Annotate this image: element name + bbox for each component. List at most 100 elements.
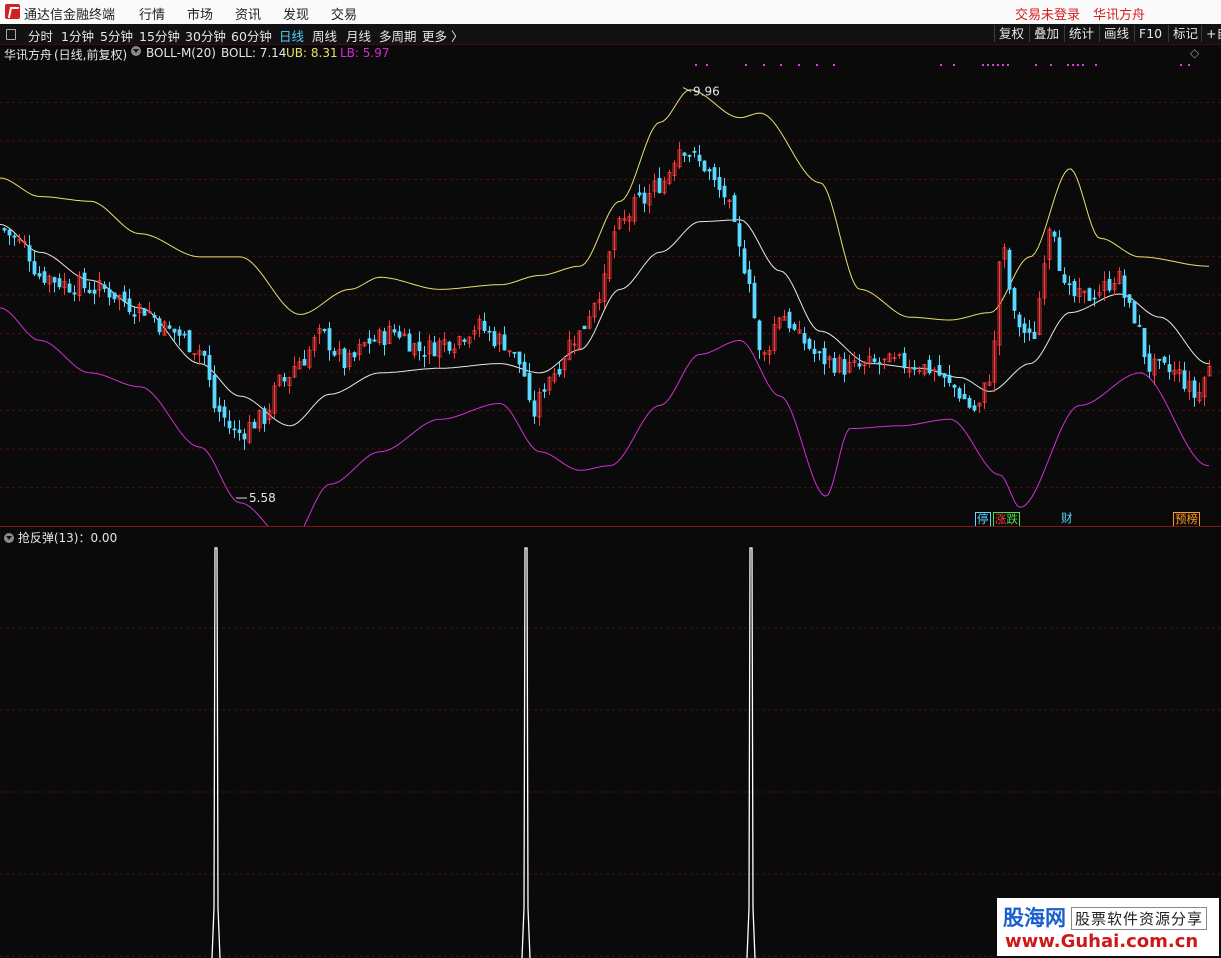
badge-forecast[interactable]: 预榜 (1173, 512, 1200, 527)
event-dot (997, 64, 999, 66)
menu-quotes[interactable]: 行情 (139, 4, 165, 23)
period-tab-weekly[interactable]: 周线 (312, 26, 337, 45)
candle-down (1182, 370, 1187, 389)
candle-down (1012, 287, 1017, 311)
menu-market[interactable]: 市场 (187, 4, 213, 23)
candle-down (752, 282, 757, 319)
menu-news[interactable]: 资讯 (235, 4, 261, 23)
period-tab-multi[interactable]: 多周期 (379, 26, 417, 45)
candle-down (697, 154, 702, 162)
candle-down (12, 235, 17, 238)
high-price-label: 9.96 (693, 85, 720, 99)
diamond-icon[interactable]: ◇ (1190, 46, 1199, 60)
stats-button[interactable]: 统计 (1064, 25, 1098, 42)
boll-middle-band (0, 219, 1210, 427)
candle-down (27, 245, 32, 262)
candle-down (122, 291, 127, 303)
event-dot (1007, 64, 1009, 66)
candle-down (532, 400, 537, 417)
f10-button[interactable]: F10 (1134, 25, 1166, 42)
candle-down (7, 229, 12, 236)
period-tab-monthly[interactable]: 月线 (346, 26, 371, 45)
candle-down (1137, 324, 1142, 327)
candlestick-chart[interactable]: 9.96 5.58 (0, 44, 1221, 526)
overlay-button[interactable]: 叠加 (1029, 25, 1063, 42)
event-dot (1095, 64, 1097, 66)
menu-trade[interactable]: 交易 (331, 4, 357, 23)
candle-down (112, 292, 117, 300)
candle-down (167, 325, 172, 329)
candle-down (217, 405, 222, 412)
period-tab-5min[interactable]: 5分钟 (100, 26, 133, 45)
candle-down (1142, 327, 1147, 358)
watermark-brand: 股海网 (1003, 906, 1066, 930)
adjust-button[interactable]: 复权 (994, 25, 1028, 42)
watermark-slogan: 股票软件资源分享 (1071, 907, 1208, 930)
candle-down (372, 339, 377, 342)
period-tab-60min[interactable]: 60分钟 (231, 26, 272, 45)
candle-down (492, 331, 497, 347)
candle-down (812, 348, 817, 354)
badge-limit[interactable]: 涨跌 (993, 512, 1020, 527)
candle-down (582, 325, 587, 330)
candle-down (352, 352, 357, 358)
panel-divider[interactable] (0, 526, 1221, 527)
candle-down (407, 333, 412, 352)
candle-down (152, 314, 157, 318)
candle-down (102, 284, 107, 289)
candle-down (342, 348, 347, 369)
period-tab-daily[interactable]: 日线 (279, 26, 304, 45)
custom-button[interactable]: +自 (1201, 25, 1221, 42)
candle-down (207, 354, 212, 380)
candle-down (747, 269, 752, 284)
candle-down (1007, 249, 1012, 290)
period-tab-1min[interactable]: 1分钟 (61, 26, 94, 45)
period-toolbar: 分时 1分钟 5分钟 15分钟 30分钟 60分钟 日线 周线 月线 多周期 更… (0, 24, 1221, 45)
candle-down (417, 341, 422, 352)
candle-down (327, 328, 332, 351)
event-dot (1072, 64, 1074, 66)
candle-down (1157, 358, 1162, 361)
indicator-name[interactable]: BOLL-M(20) (146, 46, 216, 60)
candle-down (262, 408, 267, 424)
period-tab-more[interactable]: 更多 〉 (422, 26, 463, 45)
mark-button[interactable]: 标记 (1168, 25, 1202, 42)
candle-down (657, 177, 662, 193)
candle-down (302, 359, 307, 366)
candle-down (1027, 328, 1032, 333)
event-dot (992, 64, 994, 66)
panel-toggle-icon[interactable] (6, 29, 16, 40)
candle-down (447, 341, 452, 351)
event-dot (953, 64, 955, 66)
candle-down (462, 339, 467, 342)
period-tab-intraday[interactable]: 分时 (28, 26, 53, 45)
candle-down (282, 377, 287, 382)
indicator-menu-icon[interactable] (131, 46, 141, 56)
candle-down (187, 330, 192, 353)
candle-down (1017, 314, 1022, 328)
candle-down (422, 354, 427, 357)
period-tab-30min[interactable]: 30分钟 (185, 26, 226, 45)
candle-down (1127, 294, 1132, 303)
badge-suspend[interactable]: 停 (975, 512, 991, 527)
draw-button[interactable]: 画线 (1099, 25, 1133, 42)
menu-discover[interactable]: 发现 (283, 4, 309, 23)
candle-down (902, 352, 907, 369)
login-status-link[interactable]: 交易未登录 (1015, 4, 1080, 23)
ub-value: UB: 8.31 (286, 46, 338, 60)
event-dot (940, 64, 942, 66)
candle-down (142, 308, 147, 316)
candle-down (1072, 281, 1077, 297)
account-name[interactable]: 华讯方舟 (1093, 4, 1145, 23)
candle-down (127, 298, 132, 312)
candle-down (962, 393, 967, 400)
candle-down (332, 350, 337, 356)
candle-down (717, 176, 722, 190)
candle-down (92, 289, 97, 294)
period-tab-15min[interactable]: 15分钟 (139, 26, 180, 45)
badge-finance[interactable]: 财 (1060, 512, 1074, 525)
candle-down (1032, 331, 1037, 339)
candle-down (52, 277, 57, 283)
candle-down (322, 328, 327, 332)
rebound-indicator-chart[interactable] (0, 528, 1221, 958)
